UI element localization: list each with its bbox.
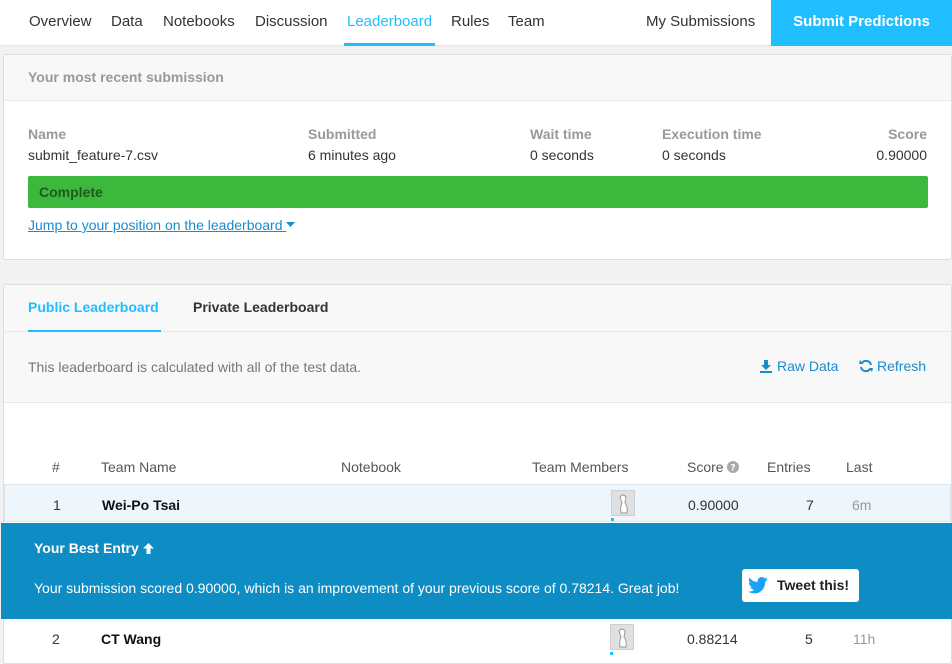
my-submissions-link[interactable]: My Submissions — [646, 0, 755, 46]
score-value: 0.90000 — [876, 147, 927, 163]
best-entry-title-text: Your Best Entry — [34, 540, 139, 556]
tab-public-leaderboard[interactable]: Public Leaderboard — [28, 299, 159, 315]
score-cell: 0.90000 — [688, 497, 739, 513]
leaderboard-card: Public Leaderboard Private Leaderboard T… — [1, 284, 952, 664]
leaderboard-description: This leaderboard is calculated with all … — [28, 359, 362, 375]
last-cell: 11h — [853, 631, 876, 647]
score-label: Score — [888, 126, 927, 142]
status-bar: Complete — [28, 176, 928, 208]
wait-time-label: Wait time — [530, 126, 592, 142]
raw-data-button[interactable]: Raw Data — [759, 358, 838, 374]
last-cell: 6m — [852, 497, 872, 513]
tab-leaderboard[interactable]: Leaderboard — [347, 0, 432, 46]
best-entry-message: Your submission scored 0.90000, which is… — [34, 580, 680, 596]
name-label: Name — [28, 126, 67, 142]
rank-cell: 1 — [53, 497, 61, 513]
avatar[interactable] — [610, 624, 634, 650]
rank-cell: 2 — [52, 631, 60, 647]
twitter-icon — [748, 577, 768, 594]
refresh-label: Refresh — [877, 358, 927, 374]
team-name-cell[interactable]: Wei-Po Tsai — [102, 497, 180, 513]
tab-data[interactable]: Data — [111, 0, 143, 46]
submitted-label: Submitted — [308, 126, 377, 142]
refresh-icon — [859, 359, 873, 373]
avatar[interactable] — [611, 490, 635, 516]
best-entry-title: Your Best Entry — [34, 540, 154, 556]
table-row[interactable]: 1 Wei-Po Tsai 0.90000 7 6m — [4, 484, 951, 522]
help-circle-icon[interactable]: ? — [727, 461, 740, 474]
team-name-cell[interactable]: CT Wang — [101, 631, 161, 647]
online-indicator — [611, 518, 614, 521]
tab-team[interactable]: Team — [508, 0, 545, 46]
recent-submission-header: Your most recent submission — [4, 55, 951, 101]
arrow-up-icon — [142, 543, 154, 554]
active-tab-indicator — [344, 43, 435, 46]
avatar-image — [619, 494, 628, 514]
tweet-button-label: Tweet this! — [777, 577, 850, 593]
jump-link-label: Jump to your position on the leaderboard — [28, 217, 283, 233]
header-team-name[interactable]: Team Name — [101, 459, 176, 475]
tab-overview[interactable]: Overview — [29, 0, 92, 46]
wait-time-value: 0 seconds — [530, 147, 594, 163]
avatar-image — [618, 628, 627, 648]
table-row[interactable]: 2 CT Wang 0.88214 5 11h — [4, 619, 951, 657]
tab-notebooks[interactable]: Notebooks — [163, 0, 235, 46]
tweet-button[interactable]: Tweet this! — [742, 569, 859, 602]
tab-private-leaderboard[interactable]: Private Leaderboard — [193, 299, 328, 315]
recent-submission-card: Your most recent submission Name submit_… — [3, 54, 952, 260]
score-cell: 0.88214 — [687, 631, 738, 647]
raw-data-label: Raw Data — [777, 358, 839, 374]
status-text: Complete — [39, 184, 103, 200]
execution-time-label: Execution time — [662, 126, 762, 142]
header-entries[interactable]: Entries — [767, 459, 811, 475]
tab-discussion[interactable]: Discussion — [255, 0, 328, 46]
download-icon — [760, 360, 772, 373]
submit-predictions-button[interactable]: Submit Predictions — [771, 0, 952, 46]
svg-text:?: ? — [731, 464, 736, 474]
caret-down-icon — [286, 222, 296, 227]
header-rank: # — [52, 459, 60, 475]
tab-rules[interactable]: Rules — [451, 0, 489, 46]
header-score-label: Score — [687, 459, 724, 475]
header-team-members: Team Members — [532, 459, 629, 475]
best-entry-banner: Your Best Entry Your submission scored 0… — [1, 523, 952, 619]
name-value: submit_feature-7.csv — [28, 147, 158, 163]
entries-cell: 7 — [806, 497, 814, 513]
top-nav: Overview Data Notebooks Discussion Leade… — [0, 0, 952, 46]
online-indicator — [610, 652, 613, 655]
header-score[interactable]: Score ? — [687, 459, 740, 475]
submitted-value: 6 minutes ago — [308, 147, 396, 163]
leaderboard-info-bar: This leaderboard is calculated with all … — [4, 332, 951, 403]
header-notebook: Notebook — [341, 459, 401, 475]
leaderboard-tabs: Public Leaderboard Private Leaderboard — [4, 285, 951, 332]
execution-time-value: 0 seconds — [662, 147, 726, 163]
entries-cell: 5 — [805, 631, 813, 647]
refresh-button[interactable]: Refresh — [859, 358, 926, 374]
jump-to-position-link[interactable]: Jump to your position on the leaderboard — [28, 217, 296, 233]
recent-submission-title: Your most recent submission — [28, 69, 224, 85]
header-last[interactable]: Last — [846, 459, 872, 475]
